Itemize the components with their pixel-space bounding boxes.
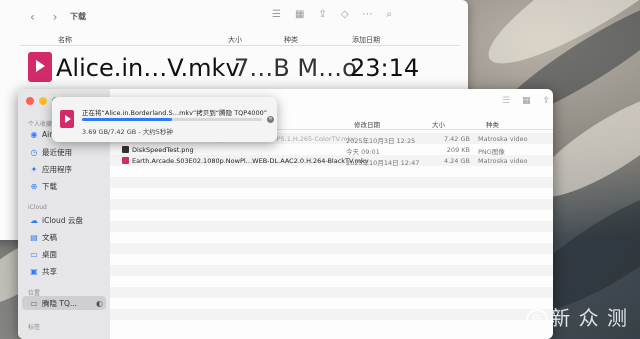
file-size: 209 KB (446, 146, 470, 154)
more-icon[interactable]: ⋯ (363, 9, 373, 20)
empty-row (110, 287, 553, 298)
column-size[interactable]: 大小 (228, 35, 242, 45)
file-added: 23:14 (350, 54, 420, 82)
applications-icon: ✦ (30, 165, 38, 174)
document-icon: ▤ (30, 233, 38, 242)
column-size[interactable]: 大小 (432, 119, 445, 129)
file-kind: M…o (297, 54, 357, 82)
file-name: DiskSpeedTest.png (132, 146, 194, 154)
drive-icon: ▭ (30, 298, 38, 308)
sidebar-item-downloads[interactable]: ⊕ 下载 (28, 181, 57, 192)
video-file-icon (60, 110, 74, 128)
sidebar-item-applications[interactable]: ✦ 应用程序 (28, 164, 72, 175)
airdrop-icon: ◉ (30, 130, 38, 139)
sidebar-section-favorites: 个人收藏 (28, 121, 53, 128)
empty-row (110, 199, 553, 210)
column-kind[interactable]: 种类 (284, 35, 298, 45)
sidebar-item-desktop[interactable]: ▭ 桌面 (28, 249, 57, 260)
sidebar-item-icloud-drive[interactable]: ☁ iCloud 云盘 (28, 215, 83, 226)
close-button[interactable] (26, 97, 34, 105)
file-kind: Matroska video (478, 135, 528, 143)
empty-row (110, 265, 553, 276)
sidebar-section-icloud: iCloud (28, 204, 47, 211)
shared-folder-icon: ▣ (30, 267, 38, 276)
chevron-left-icon[interactable]: ‹ (30, 10, 35, 24)
minimize-button[interactable] (39, 97, 47, 105)
file-name: Alice.in…V.mkv (56, 54, 240, 82)
file-size: 4.24 GB (443, 157, 470, 165)
download-icon: ⊕ (30, 182, 38, 191)
empty-row (110, 188, 553, 199)
watermark: 值新 众 测 (526, 302, 628, 331)
empty-row (110, 254, 553, 265)
empty-row (110, 221, 553, 232)
nav-buttons: ‹ › (30, 10, 71, 24)
eject-icon[interactable]: ◐ (96, 299, 103, 308)
column-header: 名称 大小 种类 添加日期 (20, 33, 460, 46)
tag-icon[interactable]: ◇ (341, 9, 349, 20)
share-icon[interactable]: ⇪ (318, 9, 326, 20)
column-kind[interactable]: 种类 (486, 119, 499, 129)
window-title: 下载 (70, 12, 86, 21)
share-icon[interactable]: ⇪ (543, 96, 551, 106)
empty-row (110, 166, 553, 177)
desktop-icon: ▭ (30, 250, 38, 259)
empty-row (110, 232, 553, 243)
chevron-right-icon[interactable]: › (53, 10, 58, 24)
file-row[interactable]: Alice.in…V.mkv 7…B M…o 23:14 (20, 48, 460, 88)
copy-status: 3.69 GB/7.42 GB - 大约5秒钟 (82, 128, 173, 136)
list-view-icon[interactable]: ☰ (502, 96, 510, 106)
copy-progress-dialog: 正在将“Alice.in.Borderland.S…mkv”拷贝到“腾隐 TQP… (52, 97, 277, 142)
clock-icon: ◷ (30, 148, 38, 157)
progress-bar (82, 118, 262, 121)
watermark-text: 新 众 测 (550, 306, 628, 330)
toolbar-tools: ☰ ▦ ⇪ ◇ ⋯ ⌕ (272, 9, 392, 20)
sidebar-item-documents[interactable]: ▤ 文稿 (28, 232, 57, 243)
file-kind: Matroska video (478, 157, 528, 165)
progress-fill (82, 118, 172, 121)
list-view-icon[interactable]: ☰ (272, 9, 281, 20)
column-modified[interactable]: 修改日期 (354, 119, 380, 129)
grid-view-icon[interactable]: ▦ (295, 9, 304, 20)
grid-view-icon[interactable]: ▦ (522, 96, 531, 106)
video-file-icon (122, 157, 129, 164)
column-added[interactable]: 添加日期 (352, 35, 380, 45)
empty-row (110, 276, 553, 287)
file-size: 7…B (234, 54, 290, 82)
table-row[interactable]: DiskSpeedTest.png 今天 09:01 209 KB PNG图像 (110, 144, 553, 156)
file-list: Alice.in.Borderland.S…2160p.NF.WEB-DL.DD… (110, 133, 553, 320)
toolbar: ‹ › 下载 ☰ ▦ ⇪ ◇ ⋯ ⌕ (0, 0, 468, 34)
empty-row (110, 177, 553, 188)
sidebar-item-shared[interactable]: ▣ 共享 (28, 266, 57, 277)
toolbar-tools: ☰ ▦ ⇪ ◇ ⋯ (502, 96, 553, 106)
search-icon[interactable]: ⌕ (387, 9, 393, 20)
empty-row (110, 210, 553, 221)
empty-row (110, 298, 553, 309)
sidebar-item-drive[interactable]: ▭ 腾隐 TQ... ◐ (22, 296, 106, 310)
column-name[interactable]: 名称 (58, 35, 72, 45)
cloud-icon: ☁ (30, 216, 38, 225)
video-file-icon (28, 52, 52, 82)
cancel-copy-button[interactable]: ✕ (267, 116, 274, 123)
file-size-kind: 7…B M…o (234, 54, 357, 82)
sidebar-section-tags: 标签 (28, 324, 41, 331)
file-size: 7.42 GB (443, 135, 470, 143)
copy-title: 正在将“Alice.in.Borderland.S…mkv”拷贝到“腾隐 TQP… (82, 109, 268, 117)
image-file-icon (122, 146, 129, 153)
empty-row (110, 309, 553, 320)
table-row[interactable]: Earth.Arcade.S03E02.1080p.NowPl…WEB-DL.A… (110, 155, 553, 167)
sidebar-item-recents[interactable]: ◷ 最近使用 (28, 147, 73, 158)
watermark-logo-icon: 值 (526, 308, 549, 331)
empty-row (110, 243, 553, 254)
file-name: Earth.Arcade.S03E02.1080p.NowPl…WEB-DL.A… (132, 157, 369, 165)
